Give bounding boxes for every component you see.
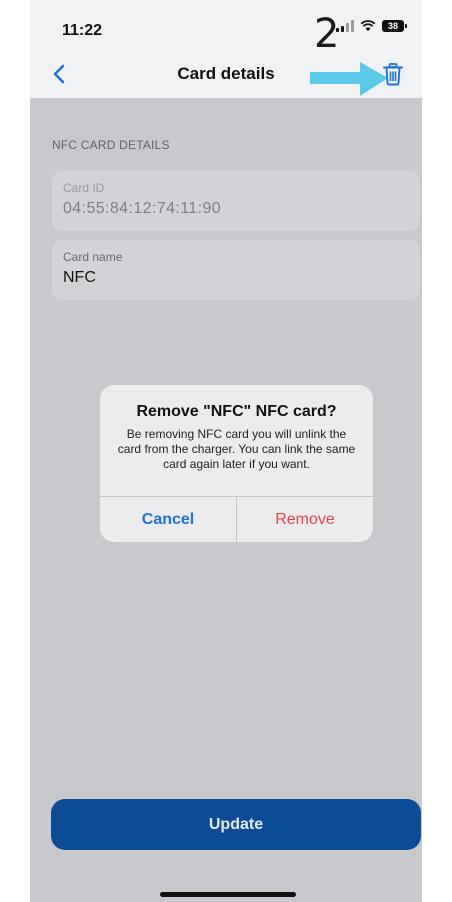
home-indicator[interactable] (160, 892, 296, 897)
annotation-number: 2 (314, 11, 340, 57)
trash-icon[interactable] (382, 62, 404, 86)
phone-screen: 11:22 38 2 Card details NFC CARD DETAILS… (30, 0, 422, 902)
header-bar: 11:22 38 2 Card details (30, 0, 422, 98)
annotation-arrow-icon (310, 62, 388, 96)
update-button[interactable]: Update (51, 799, 421, 850)
card-name-label: Card name (63, 250, 123, 264)
remove-button[interactable]: Remove (237, 497, 373, 542)
card-id-label: Card ID (63, 181, 105, 195)
status-icons: 38 (336, 20, 407, 32)
card-name-field[interactable]: Card name NFC (52, 240, 420, 300)
card-id-field: Card ID 04:55:84:12:74:11:90 (52, 171, 420, 231)
battery-icon: 38 (382, 20, 407, 32)
dialog-title: Remove "NFC" NFC card? (136, 403, 337, 420)
card-id-value: 04:55:84:12:74:11:90 (63, 200, 222, 217)
remove-card-dialog: Remove "NFC" NFC card? Be removing NFC c… (100, 385, 373, 542)
section-label: NFC CARD DETAILS (52, 138, 170, 152)
card-name-value[interactable]: NFC (63, 269, 96, 287)
cancel-button[interactable]: Cancel (100, 497, 236, 542)
status-time: 11:22 (62, 22, 103, 39)
dialog-message: Be removing NFC card you will unlink the… (117, 427, 356, 471)
wifi-icon (360, 20, 376, 31)
